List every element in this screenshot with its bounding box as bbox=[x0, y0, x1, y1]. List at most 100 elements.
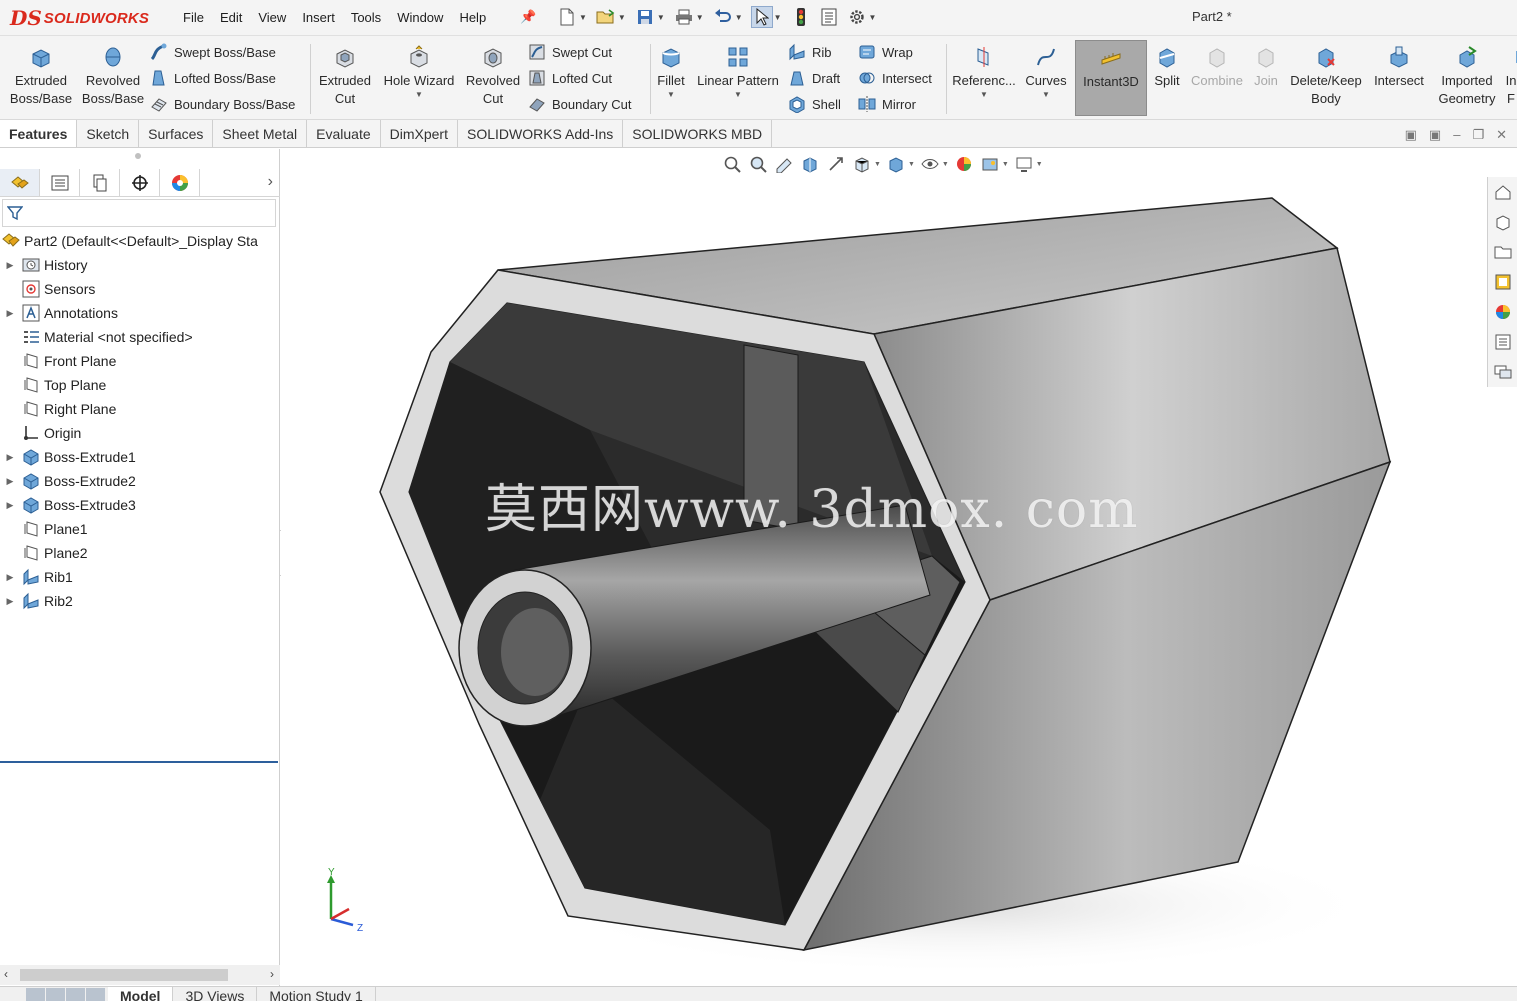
next-tab-icon[interactable] bbox=[66, 988, 85, 1001]
previous-tab-icon[interactable] bbox=[46, 988, 65, 1001]
view-orientation-icon[interactable] bbox=[851, 154, 873, 174]
file-properties-icon[interactable] bbox=[818, 6, 840, 28]
scroll-right-icon[interactable]: › bbox=[270, 967, 274, 981]
pin-menu-icon[interactable]: 📌 bbox=[520, 9, 536, 25]
fillet-dropdown-icon[interactable]: ▼ bbox=[667, 90, 675, 100]
tree-item-history[interactable]: ▶ History bbox=[0, 253, 280, 277]
open-folder-icon[interactable] bbox=[595, 6, 617, 28]
scrollbar-thumb[interactable] bbox=[20, 969, 228, 981]
expand-arrow-icon[interactable]: ▶ bbox=[4, 308, 16, 319]
extruded-cut-button[interactable]: Extruded Cut bbox=[314, 40, 376, 116]
tree-item-boss-extrude3[interactable]: ▶ Boss-Extrude3 bbox=[0, 493, 280, 517]
panel-grip-icon[interactable] bbox=[135, 153, 141, 159]
previous-view-icon[interactable] bbox=[773, 154, 795, 174]
lofted-boss-button[interactable]: Lofted Boss/Base bbox=[150, 66, 276, 90]
tab-sketch[interactable]: Sketch bbox=[77, 120, 140, 147]
lofted-cut-button[interactable]: Lofted Cut bbox=[528, 66, 612, 90]
boundary-boss-button[interactable]: Boundary Boss/Base bbox=[150, 92, 295, 116]
horizontal-scrollbar[interactable]: ‹ › bbox=[0, 965, 280, 985]
tile-left-icon[interactable]: ▣ bbox=[1405, 127, 1417, 143]
model-view[interactable] bbox=[281, 149, 1517, 986]
wrap-button[interactable]: Wrap bbox=[858, 40, 913, 64]
last-tab-icon[interactable] bbox=[86, 988, 105, 1001]
tree-item-front-plane[interactable]: Front Plane bbox=[0, 349, 280, 373]
solidworks-resources-icon[interactable] bbox=[1488, 177, 1517, 207]
tab-features[interactable]: Features bbox=[0, 120, 78, 147]
view-settings-icon[interactable] bbox=[1013, 154, 1035, 174]
feature-filter[interactable] bbox=[2, 199, 276, 227]
tree-item-annotations[interactable]: ▶ Annotations bbox=[0, 301, 280, 325]
tree-item-boss-extrude2[interactable]: ▶ Boss-Extrude2 bbox=[0, 469, 280, 493]
chevron-right-icon[interactable]: › bbox=[268, 173, 273, 191]
tree-item-rib2[interactable]: ▶ Rib2 bbox=[0, 589, 280, 613]
tree-item-top-plane[interactable]: Top Plane bbox=[0, 373, 280, 397]
mirror-button[interactable]: Mirror bbox=[858, 92, 916, 116]
appearances-icon[interactable] bbox=[1488, 297, 1517, 327]
display-manager-tab[interactable] bbox=[160, 169, 200, 196]
combine-button[interactable]: Combine bbox=[1188, 40, 1246, 116]
curves-dropdown-icon[interactable]: ▼ bbox=[1042, 90, 1050, 100]
dimxpert-manager-tab[interactable] bbox=[120, 169, 160, 196]
expand-arrow-icon[interactable]: ▶ bbox=[4, 500, 16, 511]
tree-item-boss-extrude1[interactable]: ▶ Boss-Extrude1 bbox=[0, 445, 280, 469]
revolved-cut-button[interactable]: Revolved Cut bbox=[462, 40, 524, 116]
linear-pattern-dropdown-icon[interactable]: ▼ bbox=[734, 90, 742, 100]
tree-root-part[interactable]: Part2 (Default<<Default>_Display Sta bbox=[0, 229, 280, 253]
menu-help[interactable]: Help bbox=[451, 10, 494, 25]
hide-show-items-icon[interactable] bbox=[919, 154, 941, 174]
linear-pattern-button[interactable]: Linear Pattern ▼ bbox=[692, 40, 784, 116]
options-gear-icon[interactable] bbox=[846, 6, 868, 28]
tab-motion-study-1[interactable]: Motion Study 1 bbox=[257, 987, 376, 1001]
tab-solidworks-mbd[interactable]: SOLIDWORKS MBD bbox=[623, 120, 773, 147]
new-document-icon[interactable] bbox=[556, 6, 578, 28]
expand-arrow-icon[interactable]: ▶ bbox=[4, 476, 16, 487]
select-pointer-icon[interactable] bbox=[750, 6, 773, 28]
expand-arrow-icon[interactable]: ▶ bbox=[4, 596, 16, 607]
menu-view[interactable]: View bbox=[250, 10, 294, 25]
tab-dimxpert[interactable]: DimXpert bbox=[381, 120, 458, 147]
tree-item-material-not-specified[interactable]: Material <not specified> bbox=[0, 325, 280, 349]
close-icon[interactable]: ✕ bbox=[1496, 127, 1507, 143]
view-palette-icon[interactable] bbox=[1488, 267, 1517, 297]
overflow-button[interactable]: In F bbox=[1505, 40, 1517, 116]
swept-boss-button[interactable]: Swept Boss/Base bbox=[150, 40, 276, 64]
rollback-bar[interactable] bbox=[0, 761, 278, 763]
section-view-icon[interactable] bbox=[799, 154, 821, 174]
extruded-boss-button[interactable]: Extruded Boss/Base bbox=[6, 40, 76, 116]
restore-icon[interactable]: ❐ bbox=[1472, 127, 1484, 143]
reference-geometry-button[interactable]: Referenc... ▼ bbox=[950, 40, 1018, 116]
first-tab-icon[interactable] bbox=[26, 988, 45, 1001]
forum-icon[interactable] bbox=[1488, 357, 1517, 387]
tab-sheet-metal[interactable]: Sheet Metal bbox=[213, 120, 308, 147]
scroll-left-icon[interactable]: ‹ bbox=[4, 967, 8, 981]
curves-button[interactable]: Curves ▼ bbox=[1020, 40, 1072, 116]
tree-item-plane1[interactable]: Plane1 bbox=[0, 517, 280, 541]
tree-item-rib1[interactable]: ▶ Rib1 bbox=[0, 565, 280, 589]
rib-button[interactable]: Rib bbox=[788, 40, 832, 64]
tab-evaluate[interactable]: Evaluate bbox=[307, 120, 381, 147]
shell-button[interactable]: Shell bbox=[788, 92, 841, 116]
custom-properties-icon[interactable] bbox=[1488, 327, 1517, 357]
fillet-button[interactable]: Fillet ▼ bbox=[652, 40, 690, 116]
menu-tools[interactable]: Tools bbox=[343, 10, 389, 25]
configuration-manager-tab[interactable] bbox=[80, 169, 120, 196]
split-button[interactable]: Split bbox=[1150, 40, 1184, 116]
menu-window[interactable]: Window bbox=[389, 10, 451, 25]
tree-item-origin[interactable]: Origin bbox=[0, 421, 280, 445]
hole-wizard-dropdown-icon[interactable]: ▼ bbox=[415, 90, 423, 100]
zoom-to-area-icon[interactable] bbox=[747, 154, 769, 174]
feature-manager-tree-tab[interactable] bbox=[0, 169, 40, 196]
revolved-boss-button[interactable]: Revolved Boss/Base bbox=[78, 40, 148, 116]
design-library-icon[interactable] bbox=[1488, 207, 1517, 237]
intersect-small-button[interactable]: Intersect bbox=[858, 66, 932, 90]
imported-geometry-button[interactable]: Imported Geometry bbox=[1432, 40, 1502, 116]
tab-surfaces[interactable]: Surfaces bbox=[139, 120, 214, 147]
edit-appearance-icon[interactable] bbox=[953, 154, 975, 174]
dynamic-annotation-icon[interactable] bbox=[825, 154, 847, 174]
print-icon[interactable] bbox=[673, 6, 695, 28]
tab-model[interactable]: Model bbox=[108, 987, 174, 1001]
minimize-icon[interactable]: ‒ bbox=[1453, 127, 1460, 143]
solidworks-logo[interactable]: DS SOLIDWORKS bbox=[10, 4, 152, 32]
file-explorer-icon[interactable] bbox=[1488, 237, 1517, 267]
menu-edit[interactable]: Edit bbox=[212, 10, 250, 25]
